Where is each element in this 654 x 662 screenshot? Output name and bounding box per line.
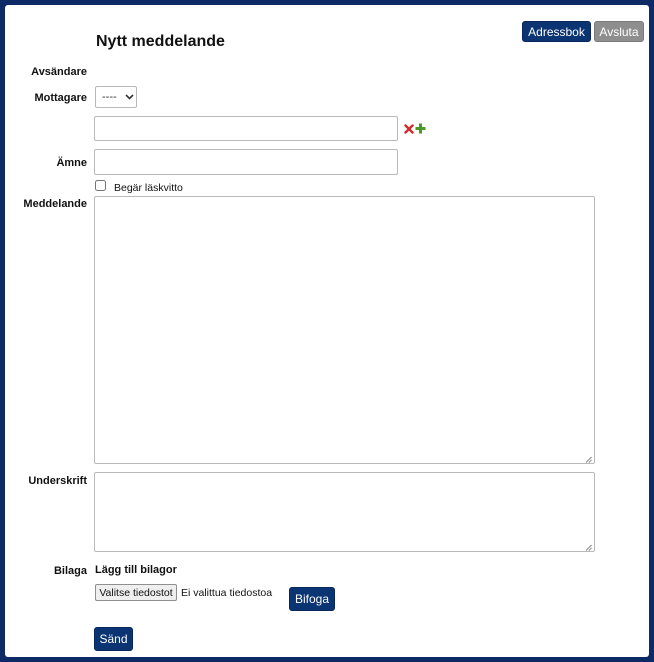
send-button[interactable]: Sänd	[94, 627, 133, 651]
page-title: Nytt meddelande	[96, 33, 225, 50]
subject-input[interactable]	[94, 149, 398, 175]
address-book-button[interactable]: Adressbok	[522, 21, 591, 42]
signature-textarea[interactable]	[94, 472, 595, 552]
subject-label: Ämne	[56, 157, 87, 169]
read-receipt-checkbox[interactable]	[95, 180, 106, 191]
no-file-selected-text: Ei valittua tiedostoa	[181, 587, 273, 599]
remove-x-icon[interactable]	[404, 124, 414, 134]
recipient-label: Mottagare	[34, 92, 87, 104]
add-attachments-text: Lägg till bilagor	[95, 564, 177, 576]
recipient-select-value: ----	[102, 91, 117, 103]
attachment-label: Bilaga	[53, 565, 87, 577]
choose-files-button[interactable]: Valitse tiedostot	[95, 584, 177, 601]
sender-label: Avsändare	[31, 66, 87, 78]
add-plus-icon[interactable]	[415, 123, 426, 134]
resize-grip-icon[interactable]	[585, 542, 592, 551]
recipient-input[interactable]	[94, 116, 398, 141]
message-textarea[interactable]	[94, 196, 595, 464]
recipient-type-select[interactable]: ----	[95, 86, 137, 108]
resize-grip-icon[interactable]	[585, 454, 592, 463]
message-label: Meddelande	[23, 198, 87, 210]
quit-button[interactable]: Avsluta	[594, 21, 644, 42]
signature-label: Underskrift	[28, 475, 87, 487]
read-receipt-label: Begär läskvitto	[114, 182, 183, 194]
attach-button[interactable]: Bifoga	[289, 587, 335, 611]
chevron-down-icon	[125, 92, 134, 103]
